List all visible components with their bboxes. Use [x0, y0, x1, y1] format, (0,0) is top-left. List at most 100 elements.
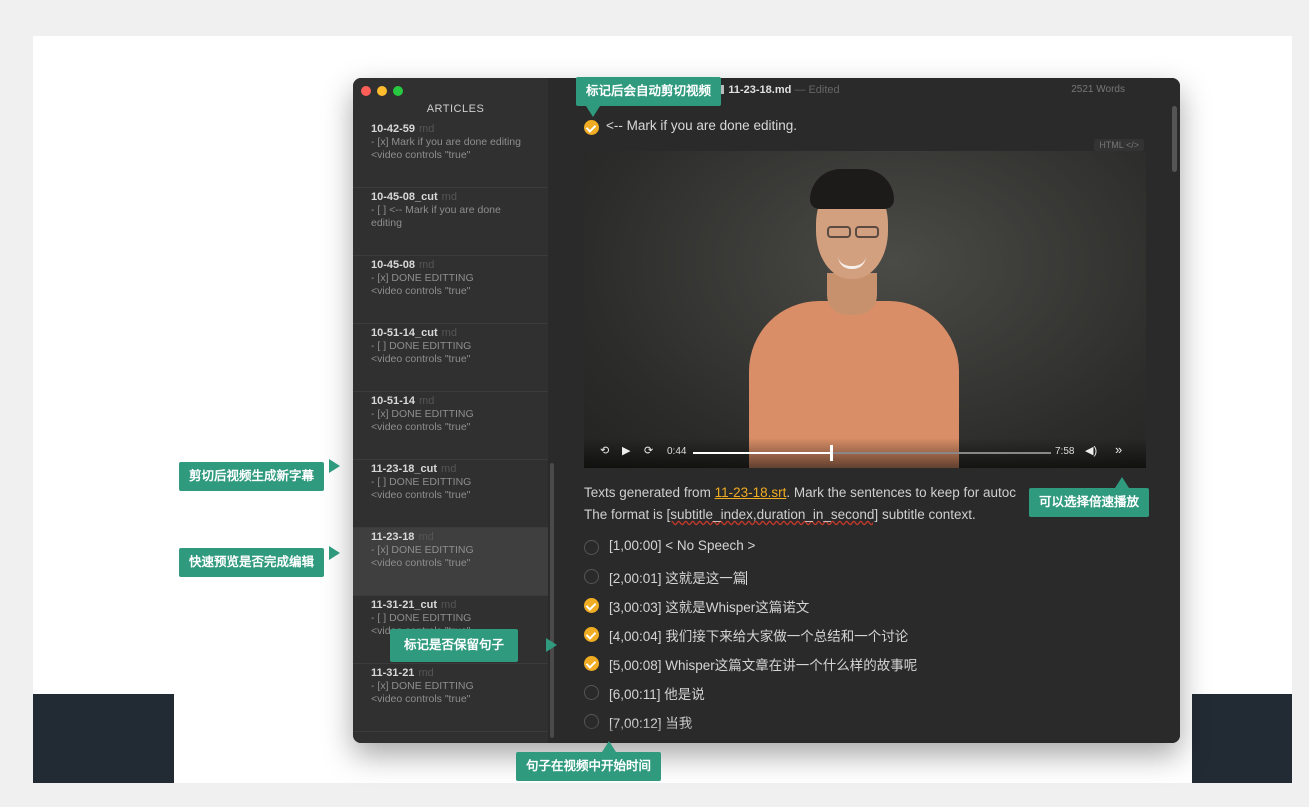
article-title: 11-23-18_cut md — [371, 462, 540, 476]
article-title: 11-31-21_cut md — [371, 598, 540, 612]
article-ext: md — [441, 191, 457, 203]
article-preview-line1: - [x] DONE EDITTING — [371, 544, 474, 556]
article-title: 10-45-08_cut md — [371, 190, 540, 204]
article-preview-line2: <video controls "true" — [371, 149, 471, 161]
article-name: 10-42-59 — [371, 123, 416, 135]
sidebar-title: ARTICLES — [426, 103, 485, 115]
article-preview-line1: - [ ] DONE EDITTING — [371, 476, 472, 488]
video-scrubber-fill — [693, 452, 832, 454]
article-name: 11-23-18_cut — [371, 463, 438, 475]
article-title: 10-51-14_cut md — [371, 326, 540, 340]
callout-keep-sentence: 标记是否保留句子 — [390, 629, 519, 662]
article-ext: md — [418, 667, 434, 679]
article-preview-line1: - [ ] DONE EDITTING — [371, 612, 472, 624]
dark-band-left — [33, 694, 174, 783]
zoom-window-button[interactable] — [393, 86, 403, 96]
article-name: 10-51-14 — [371, 395, 416, 407]
callout-auto-cut-arrow — [586, 106, 600, 117]
article-preview-line2: <video controls "true" — [371, 421, 471, 433]
article-item[interactable]: 10-51-14_cut md - [ ] DONE EDITTING <video … — [353, 324, 548, 392]
article-preview-line2: <video controls "true" — [371, 353, 471, 365]
video-person-neck — [827, 273, 877, 315]
video-controls: ⟲ ▶ ⟳ 0:44 7:58 ◀) » — [584, 438, 1146, 468]
forward-15-icon[interactable]: ⟳ — [644, 444, 653, 457]
article-title: 10-45-08 md — [371, 258, 540, 272]
sentence-text[interactable]: [4,00:04] 我们接下来给大家做一个总结和一个讨论 — [609, 625, 908, 645]
html-badge[interactable]: HTML </> — [1094, 139, 1144, 151]
minimize-window-button[interactable] — [377, 86, 387, 96]
article-name: 11-23-18 — [371, 531, 415, 543]
article-ext: md — [418, 531, 434, 543]
dark-band-right — [1192, 694, 1292, 783]
article-name: 11-31-21_cut — [371, 599, 438, 611]
sentence-text[interactable]: [2,00:01] 这就是这一篇 — [609, 567, 748, 587]
article-ext: md — [441, 327, 457, 339]
callout-auto-cut: 标记后会自动剪切视频 — [576, 77, 722, 106]
sentence-keep-checkbox[interactable] — [584, 685, 599, 700]
rewind-15-icon[interactable]: ⟲ — [600, 444, 609, 457]
sentence-keep-checkbox[interactable] — [584, 540, 599, 555]
done-editing-checkbox[interactable] — [584, 120, 599, 135]
article-item[interactable]: 11-23-18_cut md - [ ] DONE EDITTING <video … — [353, 460, 548, 528]
callout-quick-preview: 快速预览是否完成编辑 — [179, 548, 325, 577]
intro-paragraph-line1: Texts generated from 11-23-18.srt. Mark … — [584, 485, 1016, 500]
speed-chevrons-icon[interactable]: » — [1115, 442, 1122, 457]
volume-icon[interactable]: ◀) — [1085, 444, 1097, 457]
article-name: 10-51-14_cut — [371, 327, 438, 339]
article-item[interactable]: 10-45-08_cut md - [ ] <-- Mark if you are … — [353, 188, 548, 256]
callout-new-subtitle: 剪切后视频生成新字幕 — [179, 462, 325, 491]
article-title: 10-42-59 md — [371, 122, 540, 136]
sentence-keep-checkbox[interactable] — [584, 598, 599, 613]
callout-speed-select-arrow — [1115, 477, 1129, 488]
video-person-glasses-left — [827, 226, 851, 238]
article-item[interactable]: 11-31-21 md - [x] DONE EDITTING <video cont… — [353, 664, 548, 732]
article-preview-line1: - [x] Mark if you are done editing — [371, 136, 521, 148]
sentence-text[interactable]: [3,00:03] 这就是Whisper这篇诺文 — [609, 596, 809, 616]
bottom-fade — [558, 723, 1180, 743]
video-scrubber-knob[interactable] — [830, 445, 834, 461]
text-caret — [746, 571, 748, 585]
sentence-keep-checkbox[interactable] — [584, 627, 599, 642]
sidebar-scrollbar[interactable] — [550, 463, 554, 738]
article-name: 10-45-08 — [371, 259, 416, 271]
done-editing-label: <-- Mark if you are done editing. — [606, 118, 797, 133]
intro-text-prefix: Texts generated from — [584, 485, 715, 500]
document-filename: 11-23-18.md — [728, 84, 792, 96]
play-icon[interactable]: ▶ — [622, 444, 630, 457]
video-scrubber[interactable] — [693, 452, 1051, 454]
article-preview-line2: <video controls "true" — [371, 693, 471, 705]
article-item[interactable]: 10-42-59 md - [x] Mark if you are done edi… — [353, 120, 548, 188]
video-person-glasses-right — [855, 226, 879, 238]
srt-file-link[interactable]: 11-23-18.srt — [715, 485, 787, 500]
video-person-hair — [810, 169, 894, 209]
article-preview-line2: editing — [371, 217, 402, 229]
format-code: [subtitle_index,duration_in_second] — [666, 507, 879, 522]
article-preview-line1: - [ ] DONE EDITTING — [371, 340, 472, 352]
article-item[interactable]: 10-51-14 md - [x] DONE EDITTING <video cont… — [353, 392, 548, 460]
article-name: 10-45-08_cut — [371, 191, 438, 203]
article-preview-line2: <video controls "true" — [371, 285, 471, 297]
video-player[interactable]: ⟲ ▶ ⟳ 0:44 7:58 ◀) » — [584, 151, 1146, 468]
intro-paragraph-line2: The format is [subtitle_index,duration_i… — [584, 507, 976, 522]
close-window-button[interactable] — [361, 86, 371, 96]
editor-scrollbar[interactable] — [1172, 106, 1177, 172]
document-status: — Edited — [794, 84, 840, 96]
article-item[interactable]: 10-45-08 md - [x] DONE EDITTING <video cont… — [353, 256, 548, 324]
callout-start-time: 句子在视频中开始时间 — [516, 752, 662, 781]
sentence-keep-checkbox[interactable] — [584, 569, 599, 584]
sentence-text[interactable]: [1,00:00] < No Speech > — [609, 538, 755, 553]
editor-pane: 11-23-18.md — Edited 2521 Words <-- Mark… — [558, 78, 1180, 743]
format-text-suffix: subtitle context. — [878, 507, 976, 522]
article-item[interactable]: 11-23-18 md - [x] DONE EDITTING <video cont… — [353, 528, 548, 596]
callout-quick-preview-arrow — [329, 546, 340, 560]
sentence-text[interactable]: [5,00:08] Whisper这篇文章在讲一个什么样的故事呢 — [609, 654, 917, 674]
article-preview-line2: <video controls "true" — [371, 557, 471, 569]
sentence-text[interactable]: [6,00:11] 他是说 — [609, 683, 705, 703]
callout-speed-select: 可以选择倍速播放 — [1029, 488, 1150, 517]
article-ext: md — [419, 259, 435, 271]
callout-start-time-arrow — [602, 741, 616, 752]
format-text-prefix: The format is — [584, 507, 667, 522]
sentence-keep-checkbox[interactable] — [584, 656, 599, 671]
article-ext: md — [441, 463, 457, 475]
word-count: 2521 Words — [1071, 84, 1125, 95]
